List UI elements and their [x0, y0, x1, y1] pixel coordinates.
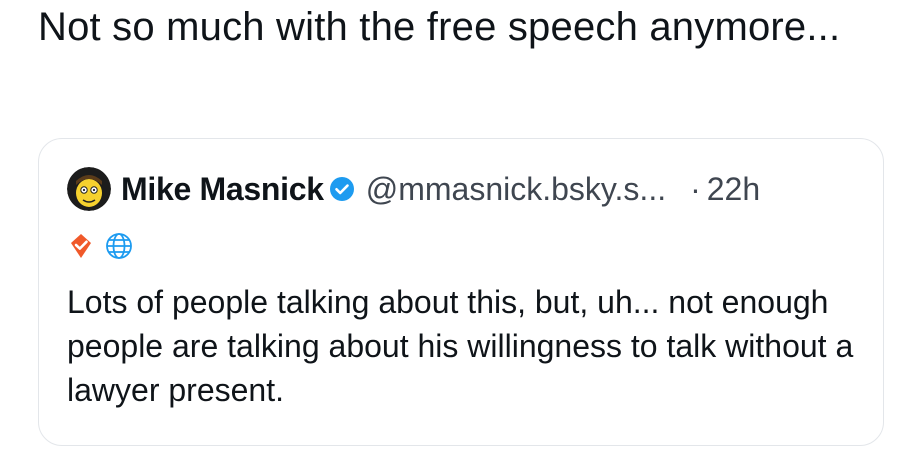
verified-check-icon: [329, 177, 354, 201]
quoted-post-body: Lots of people talking about this, but, …: [67, 284, 854, 408]
separator-dot: ·: [690, 170, 701, 207]
badge-row: [67, 231, 143, 261]
globe-icon[interactable]: [105, 232, 133, 260]
timestamp[interactable]: 22h: [707, 171, 760, 208]
quoted-post-card[interactable]: Mike Masnick @mmasnick.bsky.s... · 22h L…: [38, 138, 884, 446]
post-text: Not so much with the free speech anymore…: [38, 5, 841, 49]
quoted-post-header: Mike Masnick @mmasnick.bsky.s... · 22h: [67, 167, 760, 211]
orange-shield-check-icon[interactable]: [67, 232, 95, 260]
author-name[interactable]: Mike Masnick: [121, 171, 324, 208]
avatar[interactable]: [67, 167, 111, 211]
author-handle[interactable]: @mmasnick.bsky.s...: [366, 171, 666, 208]
